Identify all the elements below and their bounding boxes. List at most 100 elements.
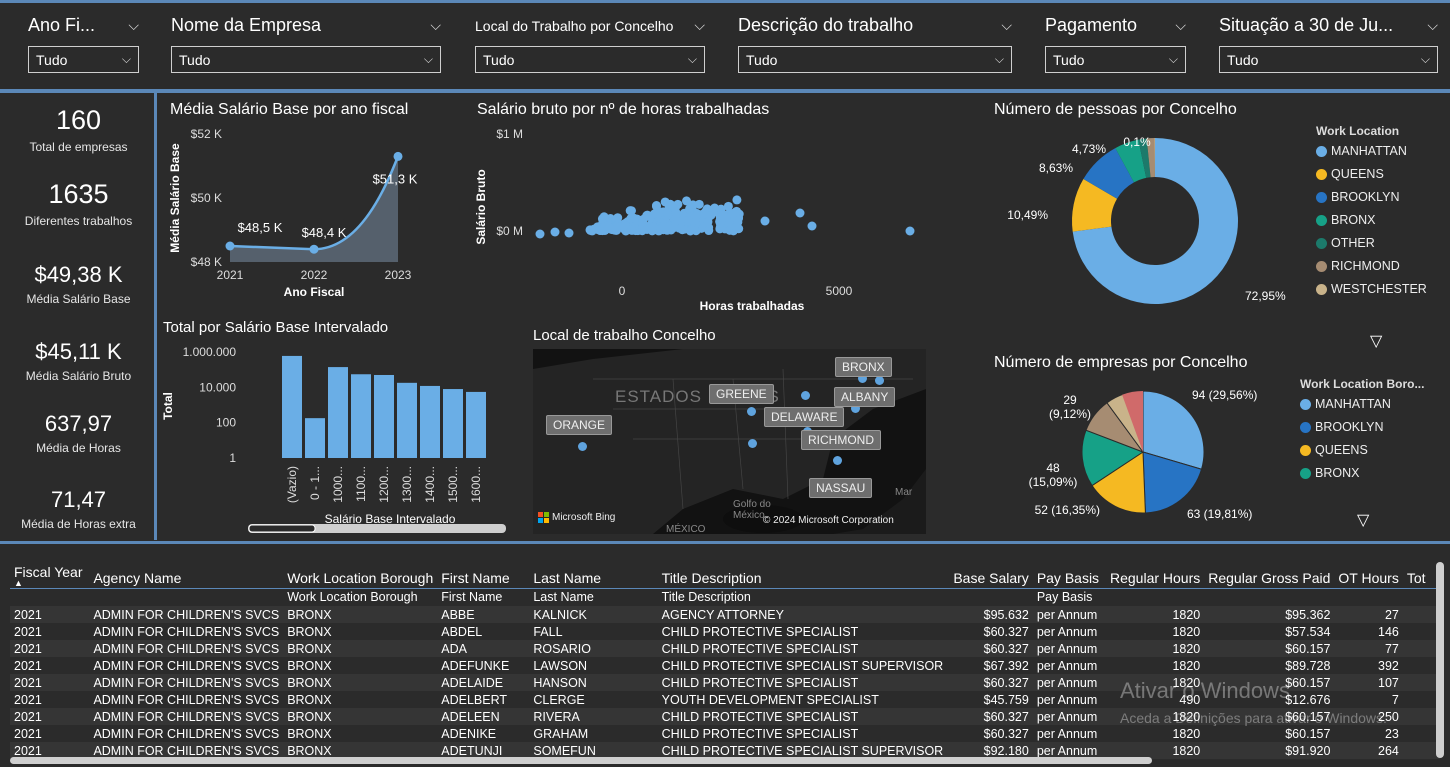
chevron-down-icon: ⌵ — [121, 52, 131, 66]
chevron-down-icon[interactable]: ⌵ — [1001, 17, 1012, 34]
slicer-dropdown[interactable]: Tudo ⌵ — [1045, 46, 1186, 73]
slicer-dropdown[interactable]: Tudo ⌵ — [738, 46, 1012, 73]
table-cell — [1402, 606, 1440, 623]
column-header[interactable]: Agency Name — [89, 560, 284, 589]
map[interactable]: ESTADOS UNIDOS Golfo do México Mar MÉXIC… — [533, 349, 926, 534]
column-header[interactable]: OT Hours — [1334, 560, 1403, 589]
chart-title: Número de empresas por Concelho — [994, 354, 1248, 371]
column-header[interactable]: Fiscal Year ▲ — [10, 560, 90, 589]
data-label: 29 — [1063, 393, 1077, 407]
slicer-value: Tudo — [483, 51, 515, 68]
sub-header-cell — [947, 588, 1033, 606]
legend-item[interactable]: QUEENS — [1316, 167, 1427, 181]
x-tick-label: 2021 — [217, 268, 244, 282]
column-header[interactable]: Regular Hours — [1104, 560, 1205, 589]
table-row[interactable]: 2021 ADMIN FOR CHILDREN'S SVCS BRONX ABBE KA… — [10, 606, 1440, 623]
table-row[interactable]: 2021 ADMIN FOR CHILDREN'S SVCS BRONX ABDEL F… — [10, 623, 1440, 640]
column-header[interactable]: Base Salary — [947, 560, 1033, 589]
vertical-scrollbar[interactable] — [1436, 562, 1444, 758]
table-cell: 146 — [1378, 624, 1399, 639]
chevron-down-icon[interactable]: ⌵ — [430, 17, 441, 34]
table-row[interactable]: 2021 ADMIN FOR CHILDREN'S SVCS BRONX ADEFUN… — [10, 657, 1440, 674]
column-header[interactable]: First Name — [437, 560, 530, 589]
map-point[interactable] — [748, 439, 757, 448]
legend-item[interactable]: BROOKLYN — [1300, 420, 1424, 434]
area-chart[interactable]: $48 K $50 K $52 K 2021 2022 2023 Ano Fiscal Méd… — [160, 122, 440, 302]
legend-item[interactable]: RICHMOND — [1316, 259, 1427, 273]
horizontal-scrollbar[interactable] — [10, 757, 1152, 764]
legend-work-location-borough: Work Location Boro... MANHATTAN BROOKLYN Q… — [1300, 377, 1424, 489]
scatter-point — [686, 225, 696, 235]
table-cell: 2021 — [10, 708, 90, 725]
table-cell: per Annum — [1032, 674, 1105, 691]
map-point[interactable] — [875, 376, 884, 385]
donut-chart[interactable]: 72,95% 10,49% 8,63% 4,73% 0,1% — [990, 122, 1310, 332]
column-header[interactable]: Regular Gross Paid — [1204, 560, 1335, 589]
map-point[interactable] — [833, 456, 842, 465]
slicer-dropdown[interactable]: Tudo ⌵ — [1219, 46, 1438, 73]
legend-item[interactable]: WESTCHESTER — [1316, 282, 1427, 296]
table-cell: ADMIN FOR CHILDREN'S SVCS — [93, 658, 280, 673]
chevron-down-icon[interactable]: ▽ — [1370, 331, 1382, 351]
scatter-chart[interactable]: $1 M $0 M 0 5000 Horas trabalhadas Salário Br… — [470, 122, 940, 317]
windows-activation-watermark: Ativar o Windows Aceda a Definições para… — [1120, 678, 1387, 726]
legend-item[interactable]: OTHER — [1316, 236, 1427, 250]
slicer-title: Descrição do trabalho — [738, 15, 914, 35]
legend-item[interactable]: BRONX — [1300, 466, 1424, 480]
legend-label: OTHER — [1331, 236, 1375, 250]
scatter-point — [732, 195, 742, 205]
column-header[interactable]: Pay Basis — [1032, 560, 1105, 589]
x-tick-label: 1200... — [377, 466, 391, 503]
table-cell: BRONX — [287, 692, 332, 707]
kpi-value: $49,38 K — [34, 262, 123, 287]
data-label: 52 (16,35%) — [1035, 503, 1100, 517]
column-header[interactable]: Title Description — [657, 560, 948, 589]
table-cell: per Annum — [1032, 606, 1105, 623]
chart-title: Salário bruto por nº de horas trabalhada… — [477, 101, 770, 118]
kpi-avg-gross: $45,11 K Média Salário Bruto — [0, 339, 157, 383]
map-point[interactable] — [578, 442, 587, 451]
map-point[interactable] — [747, 407, 756, 416]
legend-item[interactable]: BROOKLYN — [1316, 190, 1427, 204]
microsoft-icon — [538, 512, 549, 523]
slicer-value: Tudo — [1053, 51, 1085, 68]
table-row[interactable]: 2021 ADMIN FOR CHILDREN'S SVCS BRONX ADENIK… — [10, 725, 1440, 742]
table-cell — [1402, 708, 1440, 725]
kpi-value: 637,97 — [44, 411, 113, 436]
kpi-panel: 160 Total de empresas 1635 Diferentes trab… — [0, 93, 157, 540]
chevron-down-icon[interactable]: ⌵ — [694, 17, 705, 34]
chevron-down-icon[interactable]: ⌵ — [1427, 17, 1438, 34]
chevron-down-icon[interactable]: ⌵ — [1175, 17, 1186, 34]
table-cell: BRONX — [287, 726, 332, 741]
slicer-dropdown[interactable]: Tudo ⌵ — [171, 46, 441, 73]
table-row[interactable]: 2021 ADMIN FOR CHILDREN'S SVCS BRONX ADA ROS… — [10, 640, 1440, 657]
chevron-down-icon[interactable]: ▽ — [1357, 510, 1369, 530]
slicer-dropdown[interactable]: Tudo ⌵ — [28, 46, 139, 73]
legend-item[interactable]: QUEENS — [1300, 443, 1424, 457]
map-mexico-label: MÉXICO — [666, 524, 706, 534]
pie-chart[interactable]: 94 (29,56%) 63 (19,81%) 52 (16,35%) 48(15,0… — [990, 375, 1300, 535]
table-cell: ABBE — [437, 606, 530, 623]
chevron-down-icon[interactable]: ⌵ — [128, 17, 139, 34]
legend-item[interactable]: BRONX — [1316, 213, 1427, 227]
slicer-dropdown[interactable]: Tudo ⌵ — [475, 46, 705, 73]
table-cell: BRONX — [283, 640, 438, 657]
legend-swatch — [1300, 467, 1311, 479]
legend-item[interactable]: MANHATTAN — [1316, 144, 1427, 158]
column-header[interactable]: Tot — [1402, 560, 1440, 589]
sub-header-cell — [1105, 588, 1205, 606]
legend-item[interactable]: MANHATTAN — [1300, 397, 1424, 411]
table-cell: 2021 — [10, 674, 90, 691]
divider — [0, 89, 1450, 93]
kpi-value: 71,47 — [50, 487, 107, 512]
column-header[interactable]: Work Location Borough — [283, 560, 438, 589]
column-header[interactable]: Last Name — [529, 560, 658, 589]
legend-work-location: Work Location MANHATTAN QUEENS BROOKLYN BRO… — [1316, 124, 1427, 305]
scatter-point — [550, 227, 560, 237]
data-table: Fiscal Year ▲ Agency Name Work Location Bor… — [0, 541, 1450, 767]
bar-chart[interactable]: 1 100 10.000 1.000.000 (Vazio) 0 - 1... 1000..… — [158, 338, 518, 538]
map-point[interactable] — [801, 391, 810, 400]
map-label-delaware: DELAWARE — [764, 407, 845, 427]
bar — [328, 367, 348, 458]
scatter-point — [703, 217, 713, 227]
